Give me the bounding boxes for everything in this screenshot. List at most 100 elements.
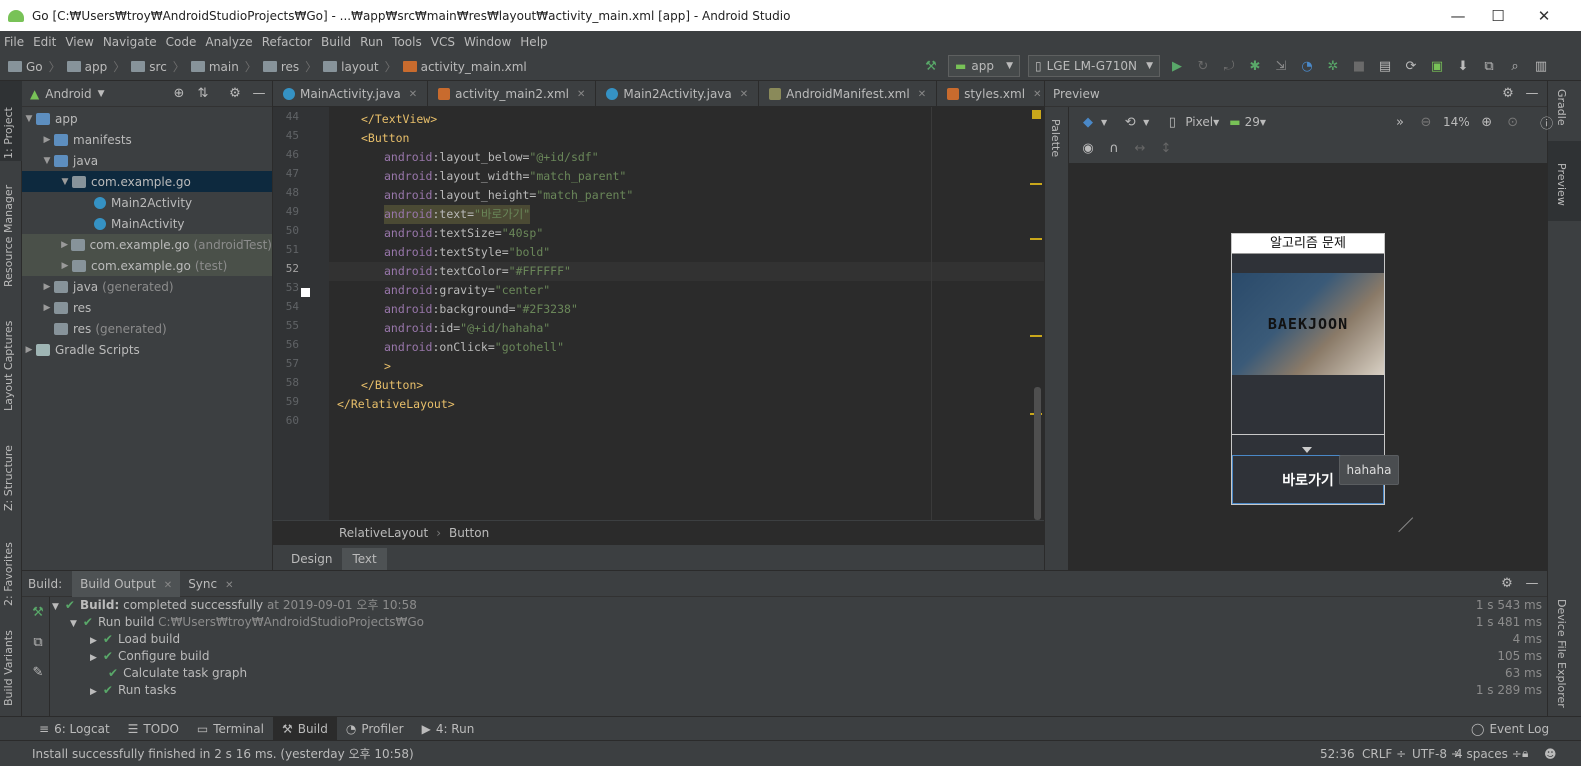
attach-debugger-icon[interactable]: ⇲ [1270, 55, 1292, 77]
profile-icon[interactable]: ◔ [1296, 55, 1318, 77]
project-structure-icon[interactable]: ▤ [1374, 55, 1396, 77]
resource-manager-tool-tab[interactable]: Resource Manager [2, 177, 15, 287]
breadcrumb-src[interactable]: src 〉 [131, 58, 185, 75]
horizontal-resize-icon[interactable]: ↔ [1129, 137, 1151, 159]
eye-icon[interactable]: ◉ [1077, 137, 1099, 159]
close-icon[interactable]: ✕ [164, 580, 172, 591]
hide-panel-icon[interactable]: — [1521, 573, 1543, 595]
zoom-out-icon[interactable]: ⊖ [1415, 111, 1437, 133]
close-icon[interactable]: ✕ [577, 89, 585, 100]
tree-item-package-androidtest[interactable]: ▶ com.example.go (androidTest) [22, 234, 272, 255]
zoom-reset-icon[interactable]: ⊙ [1502, 111, 1524, 133]
tree-item-package-test[interactable]: ▶ com.example.go (test) [22, 255, 272, 276]
breadcrumb-go[interactable]: Go 〉 [8, 58, 61, 75]
tree-item-java[interactable]: ▼ java [22, 150, 272, 171]
build-row[interactable]: ▼ ✔ Build: completed successfully at 2019-… [52, 597, 1542, 614]
vertical-resize-icon[interactable]: ↕ [1155, 137, 1177, 159]
close-icon[interactable]: ✕ [225, 580, 233, 591]
stop-icon[interactable]: ■ [1348, 55, 1370, 77]
tree-item-res-generated[interactable]: res (generated) [22, 318, 272, 339]
preview-tool-tab[interactable]: Preview [1555, 163, 1568, 206]
hide-panel-icon[interactable]: — [1521, 83, 1543, 105]
menu-analyze[interactable]: Analyze [205, 35, 252, 49]
menu-code[interactable]: Code [166, 35, 197, 49]
tree-item-gradle-scripts[interactable]: ▶ Gradle Scripts [22, 339, 272, 360]
menu-run[interactable]: Run [360, 35, 383, 49]
tab-design[interactable]: Design [281, 548, 342, 570]
tab-text[interactable]: Text [342, 548, 387, 570]
close-icon[interactable]: ✕ [1033, 89, 1041, 100]
tab-build[interactable]: ⚒ Build [272, 716, 337, 741]
device-dropdown[interactable]: Pixel [1185, 115, 1213, 129]
warning-info-icon[interactable]: ⓘ [1536, 111, 1558, 133]
sync-gradle-icon[interactable]: ⟳ [1400, 55, 1422, 77]
tab-androidmanifest-xml[interactable]: AndroidManifest.xml ✕ [759, 81, 938, 106]
layout-inspector-icon[interactable]: ⧉ [1478, 55, 1500, 77]
tab-mainactivity-java[interactable]: MainActivity.java ✕ [273, 81, 429, 106]
orientation-icon[interactable]: ⟲ [1119, 111, 1141, 133]
file-encoding[interactable]: UTF-8 ÷ [1412, 747, 1461, 761]
build-row[interactable]: ▼ ✔ Run build C:₩Users₩troy₩AndroidStudioP… [70, 614, 1542, 631]
close-icon[interactable]: ✕ [409, 89, 417, 100]
event-log-button[interactable]: ◯ Event Log [1462, 717, 1558, 741]
breadcrumb-app[interactable]: app 〉 [66, 58, 125, 75]
avd-manager-icon[interactable]: ▣ [1426, 55, 1448, 77]
caret-position[interactable]: 52:36 [1320, 747, 1355, 761]
tab-main2activity-java[interactable]: Main2Activity.java ✕ [596, 81, 760, 106]
build-variants-tool-tab[interactable]: Build Variants [2, 621, 15, 706]
panel-icon[interactable]: ▥ [1530, 55, 1552, 77]
build-row[interactable]: ▶ ✔ Run tasks 1 s 289 ms [90, 682, 1542, 699]
indent-setting[interactable]: 4 spaces ÷ [1455, 747, 1522, 761]
tab-todo[interactable]: ☰ TODO [119, 717, 188, 741]
tab-activity-main2-xml[interactable]: activity_main2.xml ✕ [428, 81, 597, 106]
collapse-all-icon[interactable]: ⇅ [192, 83, 214, 105]
run-config-dropdown[interactable]: ▬ app ▼ [948, 55, 1020, 77]
color-swatch-icon[interactable] [301, 288, 310, 297]
chevron-down-icon[interactable]: ▼ [98, 89, 105, 99]
resize-handle-icon[interactable] [1384, 503, 1414, 533]
make-project-hammer-icon[interactable]: ⚒ [920, 55, 942, 77]
warning-marker[interactable] [1032, 110, 1041, 119]
run-icon[interactable]: ▶ [1166, 55, 1188, 77]
sdk-manager-icon[interactable]: ⬇ [1452, 55, 1474, 77]
tab-profiler[interactable]: ◔ Profiler [337, 717, 413, 741]
line-separator[interactable]: CRLF ÷ [1362, 747, 1406, 761]
debug-icon[interactable]: ✱ [1244, 55, 1266, 77]
design-surface-icon[interactable]: ◆ [1077, 111, 1099, 133]
breadcrumb-res[interactable]: res 〉 [262, 58, 317, 75]
favorites-tool-tab[interactable]: 2: Favorites [2, 526, 15, 606]
xml-crumb-relativelayout[interactable]: RelativeLayout [339, 526, 428, 540]
maximize-button[interactable]: ☐ [1475, 0, 1521, 31]
gear-icon[interactable]: ⚙ [1496, 573, 1518, 595]
tab-sync[interactable]: Sync ✕ [180, 577, 241, 591]
zoom-in-icon[interactable]: ⊕ [1476, 111, 1498, 133]
build-row[interactable]: ▶ ✔ Load build 4 ms [90, 631, 1542, 648]
xml-crumb-button[interactable]: Button [449, 526, 489, 540]
menu-refactor[interactable]: Refactor [262, 35, 312, 49]
api-level-dropdown[interactable]: 29 [1245, 115, 1260, 129]
apply-code-changes-icon[interactable]: ⤾ [1218, 55, 1240, 77]
tab-run[interactable]: ▶ 4: Run [413, 717, 484, 741]
magnet-icon[interactable]: ∩ [1103, 137, 1125, 159]
apply-changes-icon[interactable]: ↻ [1192, 55, 1214, 77]
tab-styles-xml[interactable]: styles.xml ✕ [937, 81, 1044, 106]
lock-icon[interactable]: 🔒︎ [1522, 746, 1528, 761]
project-tool-tab[interactable]: 1: Project [2, 89, 15, 159]
device-file-explorer-tool-tab[interactable]: Device File Explorer [1555, 599, 1568, 708]
search-everywhere-icon[interactable]: ⌕ [1504, 55, 1526, 77]
tree-item-mainactivity[interactable]: MainActivity [22, 213, 272, 234]
build-row[interactable]: ▶ ✔ Configure build 105 ms [90, 648, 1542, 665]
tree-item-java-generated[interactable]: ▶ java (generated) [22, 276, 272, 297]
locate-icon[interactable]: ⊕ [168, 83, 190, 105]
menu-vcs[interactable]: VCS [431, 35, 455, 49]
device-icon[interactable]: ▯ [1161, 111, 1183, 133]
menu-tools[interactable]: Tools [392, 35, 422, 49]
structure-tool-tab[interactable]: Z: Structure [2, 431, 15, 511]
tree-item-app[interactable]: ▼ app [22, 108, 272, 129]
menu-file[interactable]: File [4, 35, 24, 49]
tab-logcat[interactable]: ≡ 6: Logcat [30, 717, 119, 741]
pin-icon[interactable]: ✎ [27, 661, 49, 683]
layout-captures-tool-tab[interactable]: Layout Captures [2, 311, 15, 411]
hammer-icon[interactable]: ⚒ [27, 601, 49, 623]
tree-item-manifests[interactable]: ▶ manifests [22, 129, 272, 150]
